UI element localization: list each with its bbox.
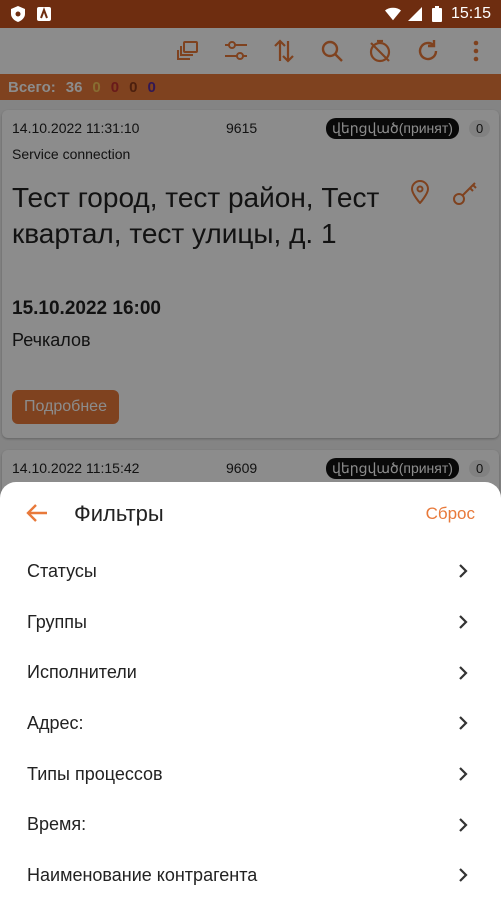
chevron-right-icon	[455, 715, 471, 731]
back-arrow-icon[interactable]	[26, 502, 52, 528]
chevron-right-icon	[455, 665, 471, 681]
notification-app-icon	[36, 6, 52, 22]
shield-icon	[10, 6, 26, 22]
filter-item-label: Типы процессов	[27, 763, 163, 784]
filter-item-time[interactable]: Время:	[0, 799, 501, 850]
filters-sheet: Фильтры Сброс Статусы Группы Исполнители…	[0, 482, 501, 901]
filter-item-label: Статусы	[27, 560, 97, 581]
filter-item-label: Группы	[27, 611, 87, 632]
filter-item-executors[interactable]: Исполнители	[0, 647, 501, 698]
filter-item-process-types[interactable]: Типы процессов	[0, 749, 501, 800]
filter-item-groups[interactable]: Группы	[0, 597, 501, 648]
status-bar: 15:15	[0, 0, 501, 28]
clock: 15:15	[450, 5, 491, 22]
reset-button[interactable]: Сброс	[426, 504, 475, 524]
chevron-right-icon	[455, 563, 471, 579]
filter-item-statuses[interactable]: Статусы	[0, 546, 501, 597]
wifi-icon	[384, 6, 401, 22]
filter-item-label: Наименование контрагента	[27, 864, 258, 885]
filter-item-label: Время:	[27, 814, 87, 835]
chevron-right-icon	[455, 614, 471, 630]
sheet-title: Фильтры	[74, 501, 164, 526]
filter-item-label: Исполнители	[27, 662, 137, 683]
filter-item-address[interactable]: Адрес:	[0, 698, 501, 749]
chevron-right-icon	[455, 867, 471, 883]
chevron-right-icon	[455, 817, 471, 833]
filter-item-label: Адрес:	[27, 712, 84, 733]
sheet-header: Фильтры Сброс	[0, 482, 501, 546]
signal-icon	[407, 6, 423, 22]
battery-icon	[429, 6, 445, 22]
chevron-right-icon	[455, 766, 471, 782]
filter-item-counterparty[interactable]: Наименование контрагента	[0, 850, 501, 901]
